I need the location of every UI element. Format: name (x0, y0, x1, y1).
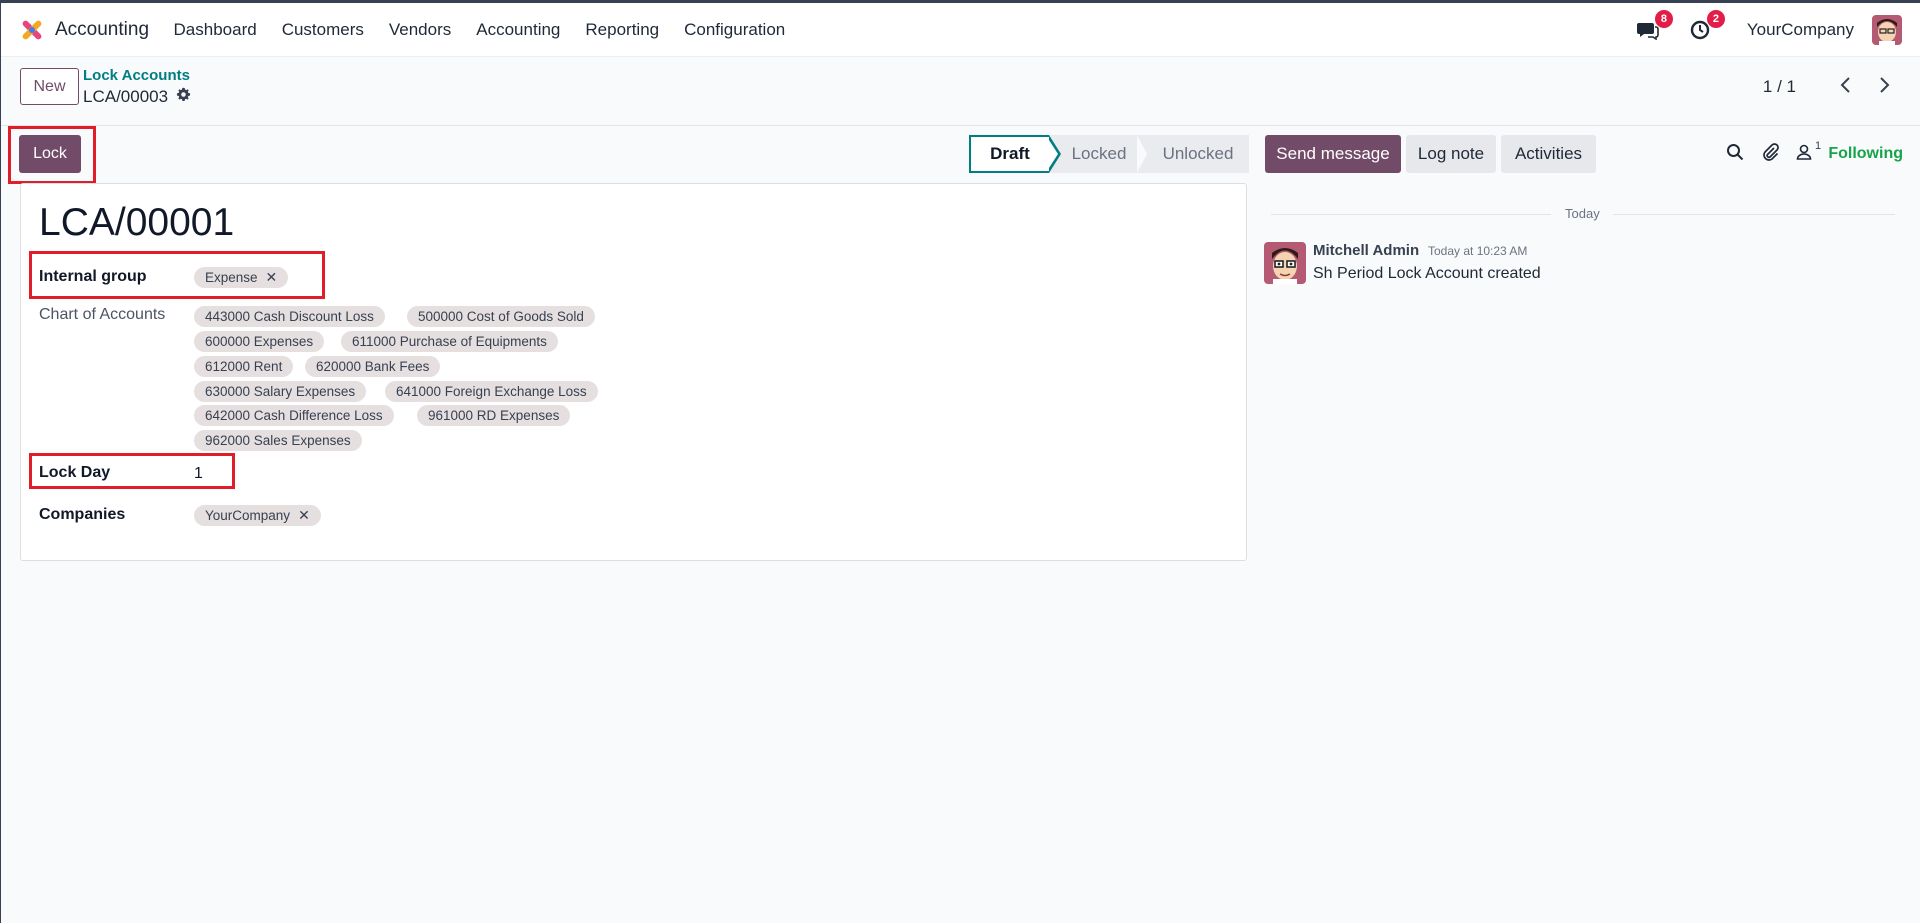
remove-tag-icon[interactable]: ✕ (298, 507, 310, 524)
account-tag[interactable]: 443000 Cash Discount Loss (194, 306, 385, 327)
account-tag[interactable]: 600000 Expenses (194, 331, 325, 352)
messages-badge: 8 (1654, 10, 1673, 28)
nav-accounting[interactable]: Accounting (464, 20, 573, 40)
tag-label: YourCompany (205, 508, 291, 523)
control-panel-divider (1, 125, 1920, 126)
author-avatar[interactable] (1264, 242, 1306, 284)
account-tag[interactable]: 630000 Salary Expenses (194, 381, 367, 402)
lock-day-label: Lock Day (39, 464, 111, 481)
nav-vendors[interactable]: Vendors (376, 20, 463, 40)
activities-badge: 2 (1706, 10, 1725, 28)
account-tag[interactable]: 612000 Rent (194, 356, 294, 377)
record-title[interactable]: LCA/00001 (39, 201, 234, 245)
messages-button[interactable]: 8 (1635, 10, 1673, 43)
pager-value[interactable]: 1 / 1 (1763, 77, 1796, 97)
app-name: Accounting (55, 18, 150, 40)
log-note-button[interactable]: Log note (1406, 135, 1496, 173)
stage-draft[interactable]: Draft (969, 135, 1049, 173)
gear-icon[interactable] (176, 87, 191, 107)
paperclip-icon[interactable] (1760, 142, 1782, 164)
stage-separator (1137, 135, 1147, 173)
chevron-left-icon[interactable] (1834, 73, 1858, 97)
nav-customers[interactable]: Customers (269, 20, 376, 40)
stage-locked[interactable]: Locked (1049, 135, 1137, 173)
activities-button[interactable]: 2 (1687, 10, 1725, 43)
breadcrumb-current: LCA/00003 (83, 87, 191, 107)
current-record-ref: LCA/00003 (83, 87, 169, 106)
message-body: Sh Period Lock Account created (1313, 265, 1541, 282)
nav-reporting[interactable]: Reporting (573, 20, 672, 40)
stage-unlocked[interactable]: Unlocked (1147, 135, 1249, 173)
account-tag[interactable]: 611000 Purchase of Equipments (341, 331, 558, 352)
company-tag[interactable]: YourCompany ✕ (194, 505, 321, 526)
clock-icon (1690, 20, 1710, 40)
app-brand[interactable]: Accounting (19, 17, 161, 43)
account-tag[interactable]: 962000 Sales Expenses (194, 430, 362, 451)
lock-button[interactable]: Lock (19, 135, 81, 173)
nav-dashboard[interactable]: Dashboard (161, 20, 269, 40)
date-separator-line (1613, 214, 1895, 215)
account-tag[interactable]: 500000 Cost of Goods Sold (407, 306, 595, 327)
account-tag[interactable]: 641000 Foreign Exchange Loss (385, 381, 598, 402)
internal-group-tag[interactable]: Expense ✕ (194, 267, 289, 288)
send-message-button[interactable]: Send message (1265, 135, 1401, 173)
companies-label: Companies (39, 506, 126, 523)
following-button[interactable]: Following (1828, 145, 1903, 163)
tag-label: Expense (205, 270, 258, 285)
follower-count: 1 (1815, 140, 1822, 152)
account-tag[interactable]: 642000 Cash Difference Loss (194, 405, 394, 426)
chevron-right-icon[interactable] (1872, 73, 1896, 97)
date-separator-line (1271, 214, 1551, 215)
date-separator: Today (1565, 206, 1600, 221)
internal-group-label: Internal group (39, 268, 147, 285)
activities-button[interactable]: Activities (1501, 135, 1596, 173)
message-author[interactable]: Mitchell Admin (1313, 242, 1419, 259)
account-tag[interactable]: 620000 Bank Fees (305, 356, 441, 377)
search-icon[interactable] (1725, 142, 1747, 164)
follower-icon[interactable] (1794, 142, 1816, 164)
company-switcher[interactable]: YourCompany (1747, 20, 1854, 40)
nav-configuration[interactable]: Configuration (672, 20, 798, 40)
top-navbar: Accounting Dashboard Customers Vendors A… (1, 3, 1920, 57)
stage-arrow (1047, 135, 1061, 173)
status-bar: Draft Locked Unlocked (969, 135, 1249, 173)
new-button[interactable]: New (20, 68, 79, 105)
remove-tag-icon[interactable]: ✕ (266, 269, 278, 286)
breadcrumb-lock-accounts[interactable]: Lock Accounts (83, 67, 190, 84)
accounting-app-icon (19, 17, 45, 43)
message-time: Today at 10:23 AM (1428, 244, 1528, 258)
user-avatar[interactable] (1872, 15, 1902, 45)
lock-day-value[interactable]: 1 (194, 465, 203, 483)
account-tag[interactable]: 961000 RD Expenses (417, 405, 571, 426)
chart-of-accounts-label: Chart of Accounts (39, 306, 166, 323)
